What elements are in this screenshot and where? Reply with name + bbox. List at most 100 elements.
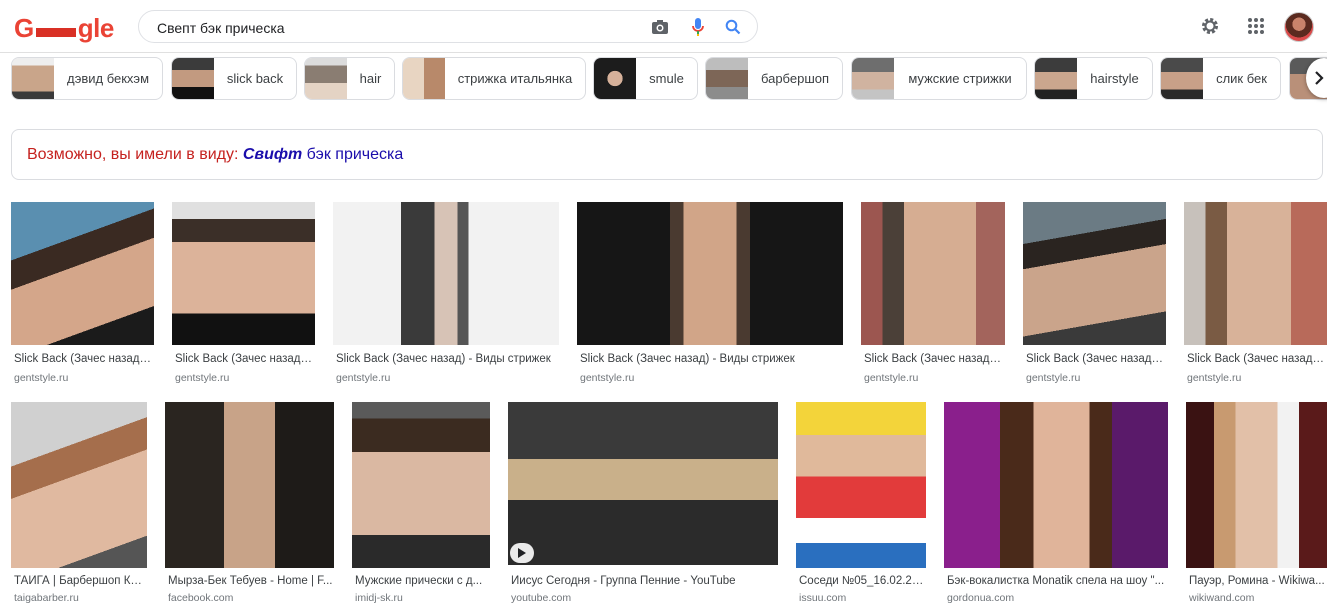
chip-label: hair — [359, 71, 382, 86]
google-logo[interactable]: G gle — [14, 12, 114, 44]
result-thumbnail[interactable] — [333, 202, 559, 345]
result-thumbnail[interactable] — [944, 402, 1168, 568]
image-result[interactable]: Slick Back (Зачес назад) - Виды стрижек … — [577, 202, 843, 387]
chip-slick-back[interactable]: slick back — [171, 57, 297, 100]
top-bar: G gle — [0, 0, 1327, 53]
result-title[interactable]: ТАЙГА | Барбершоп Кр... — [14, 575, 146, 587]
image-result[interactable]: ТАЙГА | Барбершоп Кр... taigabarber.ru — [11, 402, 147, 604]
result-title[interactable]: Slick Back (Зачес назад) ... — [864, 353, 1004, 365]
chip-thumbnail — [12, 58, 54, 99]
result-title[interactable]: Соседи №05_16.02.20... — [799, 575, 925, 587]
chip-barbershop[interactable]: барбершоп — [705, 57, 843, 100]
chip-slik-bek[interactable]: слик бек — [1160, 57, 1281, 100]
chip-thumbnail — [594, 58, 636, 99]
play-icon — [510, 543, 534, 563]
result-title[interactable]: Мырза-Бек Тебуев - Home | F... — [168, 575, 333, 587]
result-thumbnail[interactable] — [172, 202, 315, 345]
result-thumbnail[interactable] — [11, 402, 147, 568]
chip-thumbnail — [305, 58, 347, 99]
result-title[interactable]: Пауэр, Ромина - Wikiwa... — [1189, 575, 1326, 587]
result-thumbnail[interactable] — [796, 402, 926, 568]
chip-label: слик бек — [1216, 71, 1267, 86]
image-result[interactable]: Пауэр, Ромина - Wikiwa... wikiwand.com — [1186, 402, 1327, 604]
chip-thumbnail — [172, 58, 214, 99]
result-thumbnail[interactable] — [508, 402, 778, 565]
result-thumbnail[interactable] — [861, 202, 1005, 345]
chip-thumbnail — [1035, 58, 1077, 99]
camera-icon[interactable] — [650, 17, 670, 37]
result-title[interactable]: Мужские прически с д... — [355, 575, 489, 587]
result-title[interactable]: Slick Back (Зачес назад) ... — [1026, 353, 1166, 365]
chip-thumbnail — [852, 58, 894, 99]
result-source[interactable]: gentstyle.ru — [1026, 372, 1166, 384]
logo-letters: gle — [77, 12, 115, 43]
image-result[interactable]: Slick Back (Зачес назад) ... gentstyle.r… — [1184, 202, 1327, 387]
result-source[interactable]: gentstyle.ru — [14, 372, 154, 384]
logo-letter: G — [14, 12, 34, 43]
result-source[interactable]: issuu.com — [799, 592, 925, 604]
result-source[interactable]: gentstyle.ru — [175, 372, 315, 384]
apps-grid-icon[interactable] — [1244, 14, 1268, 38]
did-you-mean-link[interactable]: Свифт бэк прическа — [243, 146, 403, 163]
result-title[interactable]: Slick Back (Зачес назад) ... — [14, 353, 154, 365]
image-result[interactable]: Slick Back (Зачес назад) ... gentstyle.r… — [11, 202, 154, 387]
result-thumbnail[interactable] — [1023, 202, 1166, 345]
chip-italian-haircut[interactable]: стрижка итальянка — [402, 57, 586, 100]
chip-mens-haircuts[interactable]: мужские стрижки — [851, 57, 1027, 100]
account-avatar[interactable] — [1284, 12, 1314, 42]
result-source[interactable]: gordonua.com — [947, 592, 1167, 604]
chip-thumbnail — [706, 58, 748, 99]
result-thumbnail[interactable] — [1186, 402, 1327, 568]
did-you-mean-box: Возможно, вы имели в виду: Свифт бэк при… — [11, 129, 1323, 180]
suggestion-emphasis: Свифт — [242, 146, 303, 163]
result-thumbnail[interactable] — [352, 402, 490, 568]
result-source[interactable]: gentstyle.ru — [580, 372, 842, 384]
result-title[interactable]: Бэк-вокалистка Monatik спела на шоу "... — [947, 575, 1167, 587]
chip-smule[interactable]: smule — [593, 57, 698, 100]
image-result[interactable]: Бэк-вокалистка Monatik спела на шоу "...… — [944, 402, 1168, 604]
image-result[interactable]: Slick Back (Зачес назад) - Виды стрижек … — [333, 202, 559, 387]
image-result[interactable]: Соседи №05_16.02.20... issuu.com — [796, 402, 926, 604]
image-result[interactable]: Мужские прически с д... imidj-sk.ru — [352, 402, 490, 604]
result-source[interactable]: wikiwand.com — [1189, 592, 1326, 604]
result-source[interactable]: youtube.com — [511, 592, 777, 604]
search-input[interactable] — [155, 17, 629, 39]
result-source[interactable]: gentstyle.ru — [864, 372, 1004, 384]
chip-label: smule — [649, 71, 684, 86]
result-thumbnail[interactable] — [11, 202, 154, 345]
result-title[interactable]: Slick Back (Зачес назад) - Виды стрижек — [580, 353, 842, 365]
result-source[interactable]: imidj-sk.ru — [355, 592, 489, 604]
chip-hairstyle[interactable]: hairstyle — [1034, 57, 1153, 100]
result-title[interactable]: Slick Back (Зачес назад) ... — [1187, 353, 1327, 365]
logo-doodle-bar — [35, 27, 76, 37]
result-thumbnail[interactable] — [1184, 202, 1327, 345]
result-title[interactable]: Slick Back (Зачес назад) ... — [175, 353, 315, 365]
image-result[interactable]: Иисус Сегодня - Группа Пенние - YouTube … — [508, 402, 778, 604]
suggestion-rest: бэк прическа — [302, 146, 404, 163]
chip-label: slick back — [226, 71, 284, 86]
did-you-mean-label: Возможно, вы имели в виду: — [27, 146, 243, 163]
result-source[interactable]: taigabarber.ru — [14, 592, 146, 604]
chip-label: стрижка итальянка — [457, 71, 573, 86]
chip-thumbnail — [1161, 58, 1203, 99]
result-source[interactable]: gentstyle.ru — [336, 372, 558, 384]
gear-icon[interactable] — [1198, 14, 1222, 38]
search-icon[interactable] — [723, 17, 743, 37]
image-result[interactable]: Slick Back (Зачес назад) ... gentstyle.r… — [172, 202, 315, 387]
chip-david-beckham[interactable]: дэвид бекхэм — [11, 57, 163, 100]
chip-thumbnail — [403, 58, 445, 99]
result-title[interactable]: Иисус Сегодня - Группа Пенние - YouTube — [511, 575, 777, 587]
image-result[interactable]: Slick Back (Зачес назад) ... gentstyle.r… — [861, 202, 1005, 387]
image-result[interactable]: Slick Back (Зачес назад) ... gentstyle.r… — [1023, 202, 1166, 387]
result-source[interactable]: gentstyle.ru — [1187, 372, 1327, 384]
chevron-right-icon — [1315, 71, 1324, 85]
chip-label: барбершоп — [760, 71, 830, 86]
chip-hair[interactable]: hair — [304, 57, 395, 100]
result-source[interactable]: facebook.com — [168, 592, 333, 604]
result-thumbnail[interactable] — [577, 202, 843, 345]
microphone-icon[interactable] — [688, 17, 708, 37]
image-result[interactable]: Мырза-Бек Тебуев - Home | F... facebook.… — [165, 402, 334, 604]
result-title[interactable]: Slick Back (Зачес назад) - Виды стрижек — [336, 353, 558, 365]
result-thumbnail[interactable] — [165, 402, 334, 568]
related-searches-bar: дэвид бекхэм slick back hair стрижка ита… — [0, 56, 1327, 102]
